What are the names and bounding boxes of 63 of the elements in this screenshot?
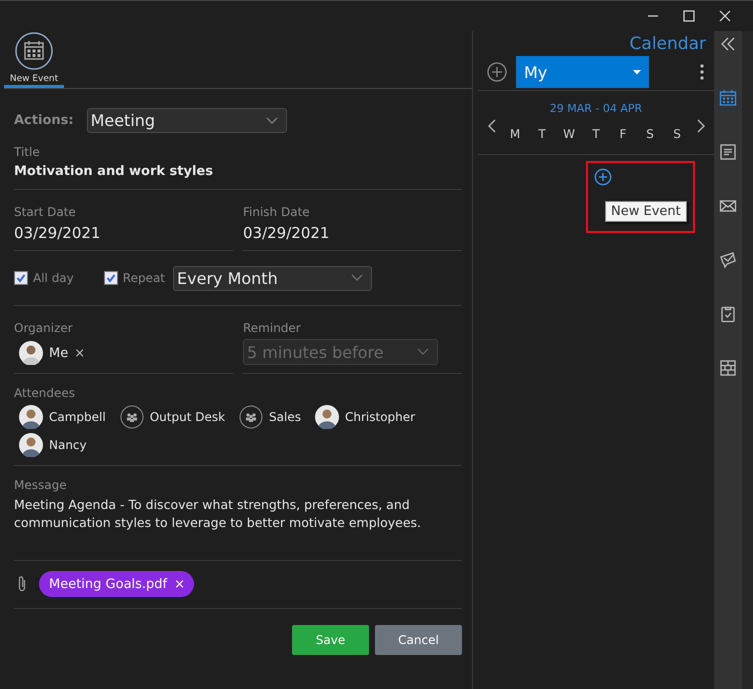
attendee-name: Nancy: [49, 438, 87, 452]
repeat-checkbox[interactable]: Repeat: [104, 271, 166, 285]
attendee-name: Christopher: [345, 410, 416, 424]
weekday-label: F: [618, 126, 628, 141]
chat-icon[interactable]: [719, 251, 737, 269]
reminder-label: Reminder: [243, 321, 302, 335]
date-range: 29 MAR - 04 APR: [550, 102, 642, 115]
view-dropdown[interactable]: My: [516, 56, 649, 88]
tooltip: New Event: [605, 201, 687, 222]
previous-icon[interactable]: [488, 119, 496, 133]
checkmark-icon: [16, 273, 26, 283]
title-label: Title: [14, 145, 41, 159]
next-icon[interactable]: [696, 119, 704, 133]
title-field[interactable]: Motivation and work styles: [14, 164, 462, 179]
clipboard-icon[interactable]: [719, 305, 737, 323]
finish-date-label: Finish Date: [243, 205, 311, 219]
weekday-label: T: [591, 126, 601, 141]
group-icon: [120, 405, 144, 429]
repeat-dropdown[interactable]: Every Month: [173, 266, 372, 290]
attachment-chip[interactable]: Meeting Goals.pdf ×: [39, 571, 194, 597]
paperclip-icon[interactable]: [17, 575, 27, 593]
add-event-icon[interactable]: [594, 168, 612, 186]
attendee-name: Sales: [269, 410, 301, 424]
avatar-icon: [315, 405, 339, 429]
calendar-title: Calendar: [630, 34, 706, 54]
new-event-button[interactable]: New Event: [4, 31, 64, 88]
message-label: Message: [14, 478, 68, 492]
actions-label: Actions:: [14, 113, 74, 128]
note-icon[interactable]: [719, 143, 737, 161]
weekday-label: S: [672, 126, 682, 141]
caret-icon: [633, 70, 641, 74]
collapse-icon[interactable]: [719, 35, 737, 53]
grid-icon[interactable]: [719, 359, 737, 377]
start-date-label: Start Date: [14, 205, 77, 219]
weekday-label: T: [537, 126, 547, 141]
calendar-icon[interactable]: [719, 89, 737, 107]
attendee-name: Output Desk: [150, 410, 226, 424]
start-date-field[interactable]: 03/29/2021: [14, 224, 233, 242]
weekday-label: M: [508, 126, 522, 141]
weekday-label: S: [645, 126, 655, 141]
attendees-label: Attendees: [14, 386, 76, 400]
message-text[interactable]: Meeting Agenda - To discover what strengths, preferences, and communication styles to leverage to better motivate employees.: [14, 496, 434, 532]
maximize-icon[interactable]: [683, 10, 695, 22]
checkmark-icon: [106, 273, 116, 283]
close-icon[interactable]: [719, 10, 731, 22]
weekday-label: W: [562, 126, 576, 141]
avatar-icon: [19, 433, 43, 457]
organizer-name: Me: [49, 346, 68, 360]
avatar-icon: [19, 341, 43, 365]
group-icon: [239, 405, 264, 429]
remove-button[interactable]: ×: [74, 346, 86, 360]
actions-dropdown[interactable]: Meeting: [86, 108, 287, 133]
chevron-down-icon: [417, 348, 429, 356]
more-icon[interactable]: [700, 64, 704, 80]
finish-date-field[interactable]: 03/29/2021: [243, 224, 462, 242]
all-day-checkbox[interactable]: All day: [14, 271, 74, 285]
attendee-name: Campbell: [49, 410, 106, 424]
chevron-down-icon: [351, 274, 364, 282]
add-icon[interactable]: [487, 62, 507, 82]
organizer-label: Organizer: [14, 321, 74, 335]
cancel-button[interactable]: Cancel: [375, 625, 462, 655]
chevron-down-icon: [266, 116, 278, 124]
avatar-icon: [19, 405, 43, 429]
